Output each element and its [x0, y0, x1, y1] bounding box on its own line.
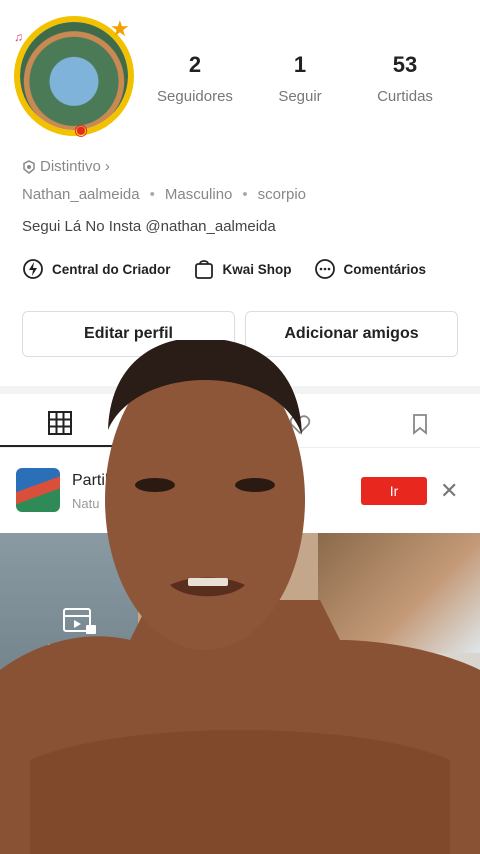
heart-icon	[289, 414, 311, 434]
following-label: Seguir	[278, 88, 322, 105]
following-count: 1	[293, 52, 307, 77]
bio: Segui Lá No Insta @nathan_aalmeida	[22, 218, 276, 235]
tab-saved[interactable]	[360, 400, 480, 447]
username: Nathan_aalmeida	[22, 186, 140, 203]
kwai-shop-link[interactable]: Kwai Shop	[193, 258, 292, 280]
gender: Masculino	[164, 186, 233, 203]
memories-link[interactable]: Memórias	[40, 605, 120, 658]
star-icon: ★	[110, 16, 130, 41]
video-thumbnail[interactable]	[138, 533, 318, 854]
followers-stat[interactable]: 2 Seguidores	[145, 52, 245, 105]
badge-link[interactable]: Distintivo ›	[22, 158, 110, 175]
avatar[interactable]: ♫ ★ ◉	[14, 16, 134, 139]
shopping-bag-icon	[194, 260, 213, 279]
content-tabs	[0, 400, 480, 448]
profile-meta: Nathan_aalmeida • Masculino • scorpio	[22, 186, 306, 203]
add-friends-button[interactable]: Adicionar amigos	[245, 311, 458, 357]
tab-locked[interactable]	[120, 400, 240, 447]
followers-label: Seguidores	[157, 88, 233, 105]
tab-grid[interactable]	[0, 400, 120, 447]
tab-likes[interactable]	[240, 400, 360, 447]
comments-link[interactable]: Comentários	[314, 258, 427, 280]
lightning-icon	[23, 259, 43, 279]
memories-label: Memórias	[47, 641, 113, 658]
bookmark-icon	[413, 413, 427, 435]
comment-icon	[314, 259, 335, 279]
chevron-right-icon: ›	[104, 158, 110, 175]
close-icon[interactable]: ✕	[440, 478, 458, 504]
edit-profile-button[interactable]: Editar perfil	[22, 311, 235, 357]
promo-thumbnail	[16, 468, 60, 512]
section-divider	[0, 386, 480, 394]
badge-icon	[23, 159, 35, 174]
creator-center-link[interactable]: Central do Criador	[22, 258, 171, 280]
memories-cell[interactable]	[0, 533, 138, 854]
followers-count: 2	[188, 52, 202, 77]
video-thumbnail[interactable]	[318, 533, 480, 653]
separator-dot: •	[242, 186, 248, 203]
kwai-shop-label: Kwai Shop	[222, 261, 292, 277]
likes-stat[interactable]: 53 Curtidas	[355, 52, 455, 105]
music-note-icon: ♫	[14, 30, 23, 44]
likes-count: 53	[392, 52, 418, 77]
badge-label: Distintivo	[40, 158, 101, 175]
following-stat[interactable]: 1 Seguir	[250, 52, 350, 105]
camera-icon: ◉	[74, 122, 88, 139]
lock-icon	[172, 413, 188, 434]
memories-icon	[63, 608, 96, 634]
likes-label: Curtidas	[377, 88, 433, 105]
promo-go-button[interactable]: Ir	[361, 477, 427, 505]
grid-icon	[48, 410, 72, 435]
zodiac-sign: scorpio	[257, 186, 307, 203]
promo-title: Partil	[72, 472, 109, 489]
comments-label: Comentários	[343, 261, 427, 277]
promo-subtitle: Natu	[72, 496, 100, 511]
creator-center-label: Central do Criador	[52, 261, 171, 277]
promo-banner: Partil Natu Ir ✕	[0, 462, 480, 522]
separator-dot: •	[149, 186, 155, 203]
profile-links: Central do Criador Kwai Shop Comentários	[22, 258, 426, 280]
